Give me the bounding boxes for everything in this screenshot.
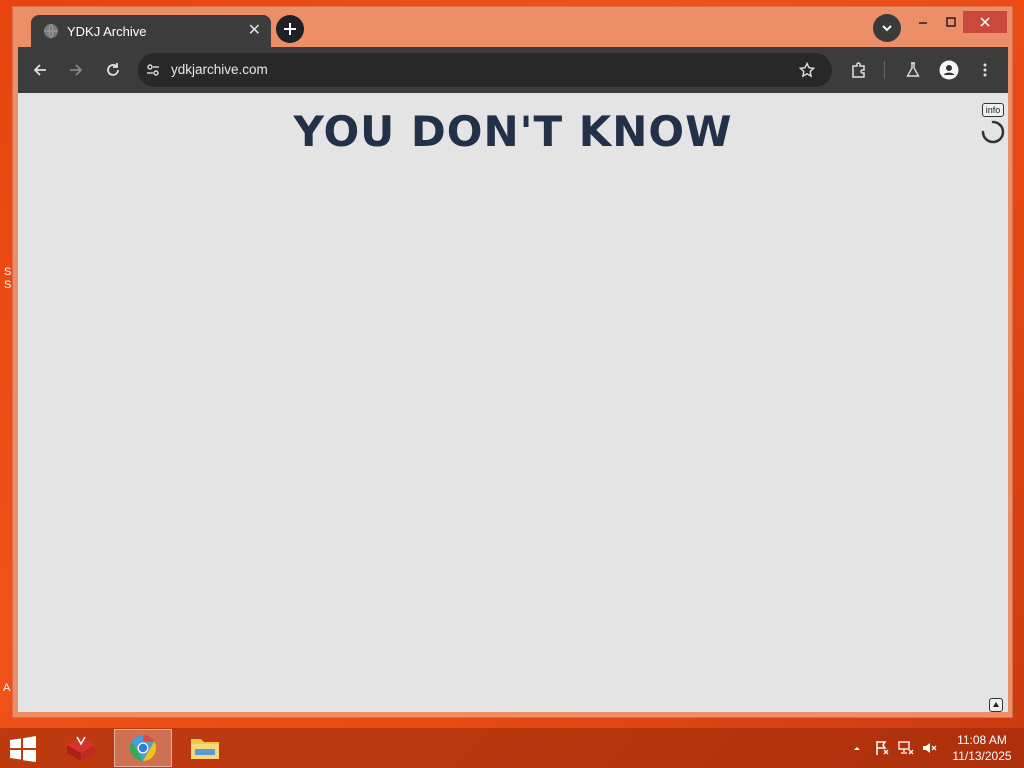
close-icon: [980, 17, 990, 27]
labs-button[interactable]: [901, 58, 925, 82]
show-hidden-icons-button[interactable]: [850, 728, 864, 768]
flag-icon: [876, 741, 889, 755]
network-icon: [898, 741, 914, 755]
flask-icon: [906, 62, 920, 77]
profile-button[interactable]: [937, 58, 961, 82]
winzip-icon: [67, 736, 95, 761]
maximize-icon: [946, 17, 956, 27]
chevron-down-icon: [882, 25, 892, 32]
browser-window: YDKJ Archive ✕ ydkjarchive.com YOU DON'T…: [12, 6, 1013, 718]
volume-button[interactable]: [920, 728, 940, 768]
address-bar[interactable]: ydkjarchive.com: [138, 53, 832, 87]
triangle-up-icon: [993, 702, 999, 707]
arrow-left-icon: [33, 64, 46, 76]
extensions-button[interactable]: [847, 58, 871, 82]
new-tab-button[interactable]: [276, 15, 304, 43]
taskbar-chrome[interactable]: [114, 729, 172, 767]
network-button[interactable]: [896, 728, 916, 768]
loading-spinner-icon: [981, 120, 1005, 144]
reload-icon: [107, 63, 119, 76]
back-button[interactable]: [28, 58, 52, 82]
page-viewport: YOU DON'T KNOW info: [18, 93, 1008, 712]
taskbar: 11:08 AM 11/13/2025: [0, 728, 1024, 768]
reload-button[interactable]: [101, 58, 125, 82]
chrome-icon: [129, 734, 157, 762]
profile-icon: [939, 60, 959, 80]
scroll-up-button[interactable]: [989, 698, 1003, 712]
arrow-right-icon: [70, 64, 83, 76]
plus-icon: [284, 23, 296, 35]
site-settings-icon[interactable]: [146, 63, 160, 77]
minimize-icon: [919, 22, 927, 24]
puzzle-icon: [852, 62, 865, 78]
title-bar[interactable]: YDKJ Archive ✕: [13, 7, 1012, 47]
taskbar-clock[interactable]: 11:08 AM 11/13/2025: [944, 732, 1020, 764]
globe-icon: [44, 23, 58, 39]
desktop-icon-label-fragment: A: [3, 682, 11, 694]
chevron-up-icon: [854, 747, 860, 750]
volume-muted-icon: [923, 743, 937, 753]
folder-icon: [191, 739, 219, 759]
page-headline: YOU DON'T KNOW: [293, 107, 733, 156]
tab-title: YDKJ Archive: [67, 23, 147, 39]
windows-logo-icon: [10, 736, 36, 762]
start-button[interactable]: [8, 736, 38, 762]
close-tab-icon[interactable]: ✕: [248, 23, 261, 39]
clock-time: 11:08 AM: [957, 733, 1007, 747]
desktop-icon-label-fragment: S S: [4, 266, 12, 291]
taskbar-winzip[interactable]: [52, 729, 110, 767]
toolbar-separator: [884, 61, 885, 79]
close-window-button[interactable]: [963, 11, 1007, 33]
bookmark-star-icon[interactable]: [799, 62, 815, 78]
taskbar-file-explorer[interactable]: [176, 729, 234, 767]
url-text[interactable]: ydkjarchive.com: [171, 62, 268, 77]
clock-date: 11/13/2025: [952, 749, 1012, 763]
browser-toolbar: ydkjarchive.com: [18, 47, 1008, 93]
info-button[interactable]: info: [982, 103, 1004, 117]
tab-search-button[interactable]: [873, 14, 901, 42]
menu-button[interactable]: [973, 58, 997, 82]
browser-tab[interactable]: YDKJ Archive ✕: [31, 15, 271, 47]
forward-button[interactable]: [64, 58, 88, 82]
action-center-button[interactable]: [872, 728, 892, 768]
more-vert-icon: [983, 63, 987, 77]
